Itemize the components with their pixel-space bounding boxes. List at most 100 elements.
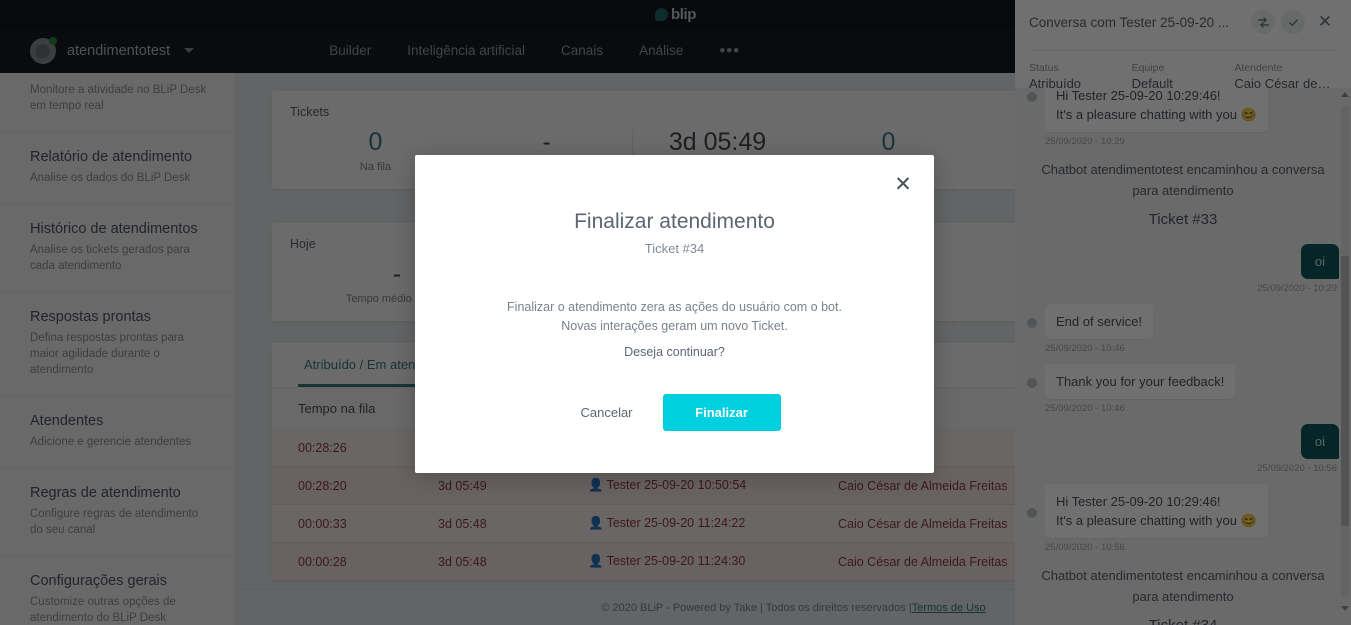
meta-key: Status [1029, 62, 1059, 74]
stat-value: 0 [881, 128, 896, 156]
message-bubble-incoming: Hi Tester 25-09-20 10:29:46! It's a plea… [1045, 88, 1268, 132]
cell-cliente: 👤 Tester 25-09-20 10:50:54 [588, 478, 838, 493]
cell-duracao: 3d 05:49 [438, 478, 487, 493]
nav-links: Builder Inteligência artificial Canais A… [329, 42, 740, 59]
sidebar-item-title: Atendentes [30, 413, 104, 429]
sidebar-item-desc: Monitore a atividade no BLiP Desk em tem… [30, 84, 207, 112]
stat-3: 3d 05:49 [632, 127, 803, 157]
more-menu-icon[interactable]: ••• [719, 42, 740, 59]
bot-avatar-dot [1027, 508, 1037, 518]
tab-atribuido-em-atendimento[interactable]: Atribuído / Em atend [298, 343, 429, 387]
message-timestamp: 25/09/2020 - 10:56 [1257, 463, 1337, 474]
sidebar-item-title: Histórico de atendimentos [30, 221, 198, 237]
nav-link-builder[interactable]: Builder [329, 43, 371, 58]
cell-cliente: 👤 Tester 25-09-20 11:24:22 [588, 516, 838, 531]
bot-avatar-dot [1027, 92, 1037, 102]
modal-body: Finalizar o atendimento zera as ações do… [415, 298, 934, 362]
sidebar-item-desc: Analise os tickets gerados para cada ate… [30, 244, 190, 272]
cell-tempo-na-fila: 00:00:33 [298, 516, 347, 531]
message-row: oi [1027, 244, 1339, 279]
cell-duracao: 3d 05:48 [438, 516, 487, 531]
message-bubble-incoming: End of service! [1045, 304, 1153, 339]
chevron-down-icon[interactable] [184, 48, 195, 53]
sidebar-item-desc: Adicione e gerencie atendentes [30, 436, 192, 448]
close-icon[interactable]: ✕ [1313, 10, 1337, 34]
account-switcher[interactable]: atendimentotest [30, 36, 195, 64]
message-timestamp: 25/09/2020 - 10:29 [1045, 136, 1125, 147]
meta-equipe: Equipe Default [1132, 62, 1235, 91]
sidebar-item-regras-de-atendimento[interactable]: Regras de atendimento Configure regras d… [0, 469, 235, 557]
cancel-button[interactable]: Cancelar [568, 396, 644, 429]
sidebar-item-configuracoes-gerais[interactable]: Configurações gerais Customize outras op… [0, 557, 235, 625]
cell-tempo-na-fila: 00:28:20 [298, 478, 347, 493]
sidebar-item-title: Monitoramento [30, 73, 209, 77]
message-bubble-incoming: Thank you for your feedback! [1045, 364, 1236, 399]
account-name: atendimentotest [67, 42, 171, 59]
modal-body-line1: Finalizar o atendimento zera as ações do… [507, 300, 842, 314]
message-timestamp: 25/09/2020 - 10:29 [1257, 283, 1337, 294]
avatar [30, 36, 57, 64]
person-icon: 👤 [588, 516, 604, 530]
conversation-meta: Status Atribuído Equipe Default Atendent… [1029, 50, 1337, 91]
message-list[interactable]: Hi Tester 25-09-20 10:29:46! It's a plea… [1015, 88, 1351, 625]
logo-text: blip [670, 5, 697, 23]
sidebar-item-relatorio-de-atendimento[interactable]: Relatório de atendimento Analise os dado… [0, 133, 235, 205]
scrollbar-thumb[interactable] [1341, 256, 1349, 526]
stat-value: 0 [368, 128, 383, 156]
cell-cliente: 👤 Tester 25-09-20 11:24:30 [588, 554, 838, 569]
sidebar-item-desc: Configure regras de atendimento do seu c… [30, 508, 199, 536]
chat-scrollbar[interactable] [1341, 92, 1349, 611]
meta-key: Atendente [1234, 62, 1283, 74]
message-timestamp: 25/09/2020 - 10:46 [1045, 403, 1125, 414]
sidebar-item-respostas-prontas[interactable]: Respostas prontas Defina respostas pront… [0, 293, 235, 397]
conversation-title: Conversa com Tester 25-09-20 ... [1029, 14, 1230, 30]
app-root: blip atendimentotest Builder Inteligênci… [0, 0, 1351, 625]
message-row: End of service! [1027, 304, 1339, 339]
stat-value: - [542, 128, 551, 156]
check-svg [1288, 18, 1298, 26]
scrollbar-track[interactable] [1341, 106, 1349, 597]
sidebar-item-desc: Analise os dados do BLiP Desk [30, 172, 191, 184]
sidebar-item-title: Respostas prontas [30, 309, 151, 325]
footer-text: © 2020 BLiP - Powered by Take | Todos os… [601, 601, 912, 614]
sidebar-item-title: Relatório de atendimento [30, 149, 193, 165]
modal-body-line2: Novas interações geram um novo Ticket. [561, 319, 788, 333]
conversation-panel: Conversa com Tester 25-09-20 ... ✕ Statu… [1015, 0, 1351, 625]
sidebar: Monitoramento Monitore a atividade no BL… [0, 73, 236, 625]
sidebar-item-historico-de-atendimentos[interactable]: Histórico de atendimentos Analise os tic… [0, 205, 235, 293]
check-icon[interactable] [1281, 10, 1305, 34]
person-icon: 👤 [588, 554, 604, 568]
sidebar-item-monitoramento[interactable]: Monitoramento Monitore a atividade no BL… [0, 73, 235, 133]
meta-status: Status Atribuído [1029, 62, 1132, 91]
close-icon[interactable]: ✕ [892, 174, 914, 196]
finalizar-button[interactable]: Finalizar [662, 394, 781, 431]
system-message: Chatbot atendimentotest encaminhou a con… [1041, 162, 1325, 198]
transfer-arrows-svg [1257, 16, 1269, 28]
transfer-icon[interactable] [1251, 10, 1275, 34]
cell-duracao: 3d 05:48 [438, 554, 487, 569]
message-row: Hi Tester 25-09-20 10:29:46! It's a plea… [1027, 484, 1339, 538]
finalizar-atendimento-modal: ✕ Finalizar atendimento Ticket #34 Final… [415, 155, 934, 473]
sidebar-item-desc: Defina respostas prontas para maior agil… [30, 332, 185, 376]
nav-link-inteligencia-artificial[interactable]: Inteligência artificial [407, 43, 525, 58]
message-bubble-outgoing: oi [1300, 244, 1339, 279]
modal-actions: Cancelar Finalizar [415, 394, 934, 431]
bot-avatar-dot [1027, 318, 1037, 328]
modal-subtitle: Ticket #34 [644, 241, 705, 256]
scroll-up-arrow-icon[interactable] [1341, 92, 1349, 97]
meta-key: Equipe [1131, 62, 1165, 74]
cell-tempo-na-fila: 00:00:28 [298, 554, 347, 569]
cell-cliente-text: Tester 25-09-20 10:50:54 [606, 478, 747, 492]
message-bubble-incoming: Hi Tester 25-09-20 10:29:46! It's a plea… [1045, 484, 1268, 538]
sidebar-item-atendentes[interactable]: Atendentes Adicione e gerencie atendente… [0, 397, 235, 469]
nav-link-analise[interactable]: Análise [639, 43, 683, 58]
message-timestamp: 25/09/2020 - 10:46 [1045, 343, 1125, 354]
footer-link-termos-de-uso[interactable]: Termos de Uso [912, 602, 986, 614]
sidebar-item-title: Regras de atendimento [30, 485, 181, 501]
person-icon: 👤 [588, 478, 604, 492]
message-row: Hi Tester 25-09-20 10:29:46! It's a plea… [1027, 88, 1339, 132]
stat-value: 3d 05:49 [668, 128, 767, 156]
cell-cliente-text: Tester 25-09-20 11:24:30 [606, 554, 746, 568]
nav-link-canais[interactable]: Canais [561, 43, 603, 58]
scroll-down-arrow-icon[interactable] [1341, 606, 1349, 611]
